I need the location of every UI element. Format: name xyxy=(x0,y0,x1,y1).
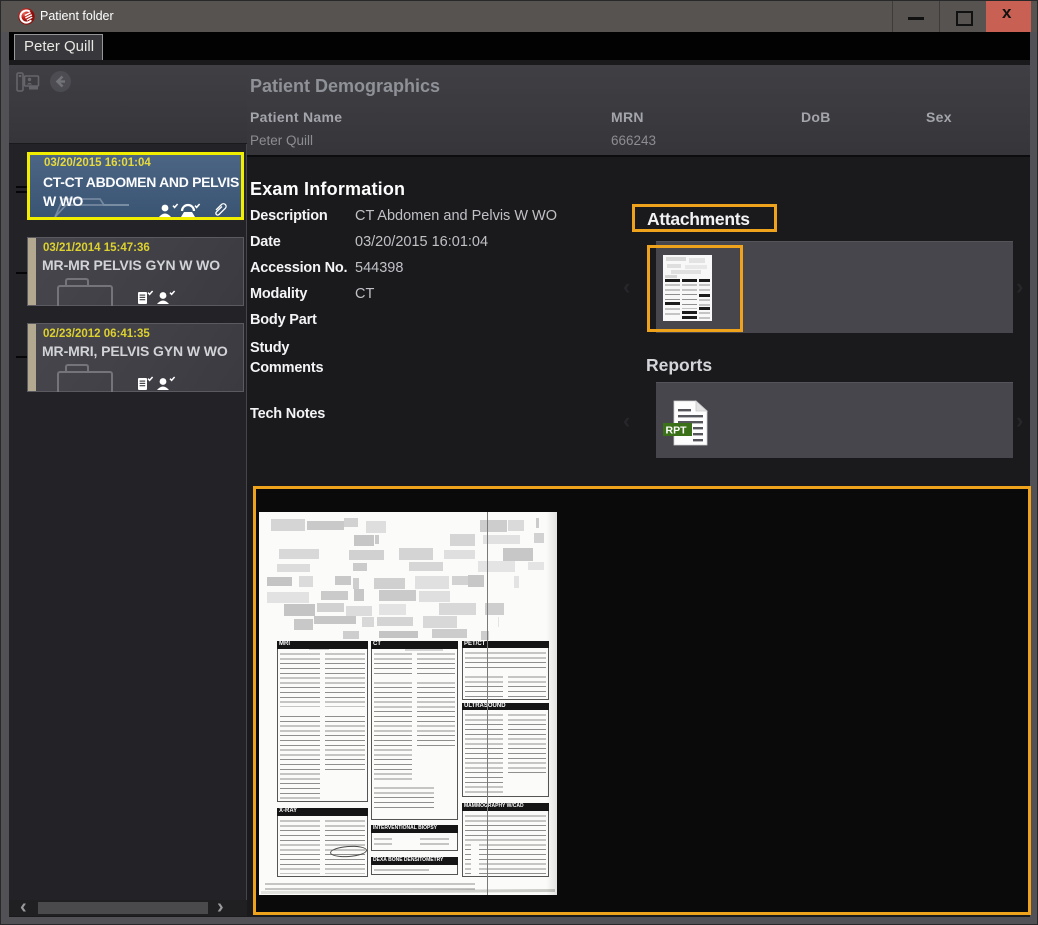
svg-text:RPT: RPT xyxy=(666,425,688,437)
